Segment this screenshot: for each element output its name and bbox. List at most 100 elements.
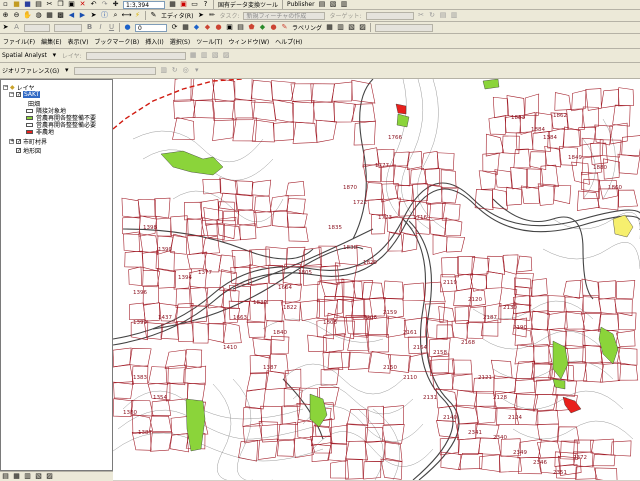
menu-file[interactable]: ファイル(F)	[3, 37, 35, 46]
new-document-icon[interactable]: ▫	[1, 0, 10, 9]
map-tool-icon-7[interactable]: ⬟	[247, 23, 256, 32]
open-folder-icon[interactable]: ■	[12, 0, 21, 9]
sa-icon-1[interactable]: ▦	[189, 51, 198, 60]
sa-icon-2[interactable]: ▥	[200, 51, 209, 60]
layer-checkbox[interactable]: ✓	[16, 139, 21, 145]
measure-icon[interactable]: ⟷	[121, 11, 131, 20]
target-combo[interactable]	[365, 11, 414, 20]
publisher-icon-3[interactable]: ▥	[340, 0, 349, 9]
save-icon[interactable]: ■	[23, 0, 32, 9]
font-combo[interactable]	[24, 23, 50, 32]
dropdown-arrow-icon[interactable]: ▾	[50, 51, 59, 60]
label-icon-1[interactable]: ▦	[325, 23, 334, 32]
georeferencing-menu[interactable]: ジオリファレンス(G)	[2, 66, 59, 75]
identify-icon[interactable]: ⓘ	[100, 11, 109, 20]
pencil-icon[interactable]: ✏	[207, 11, 216, 20]
find-icon[interactable]: ⌕	[111, 11, 120, 20]
undo-icon[interactable]: ↶	[89, 0, 98, 9]
sa-icon-4[interactable]: ▨	[222, 51, 231, 60]
select-icon[interactable]: ➤	[89, 11, 98, 20]
labeling-menu[interactable]: ラベリング	[292, 23, 322, 32]
add-data-icon[interactable]: ✚	[111, 0, 120, 9]
map-tool-icon-1[interactable]: ▦	[181, 23, 190, 32]
publisher-icon-2[interactable]: ▧	[329, 0, 338, 9]
hyperlink-icon[interactable]: ⚡	[133, 11, 142, 20]
fixed-zoom-in-icon[interactable]: ▦	[45, 11, 54, 20]
layer-checkbox[interactable]: ✓	[16, 148, 21, 154]
bold-icon[interactable]: B	[85, 23, 94, 32]
editor-toolbar-icon[interactable]: ▦	[168, 0, 177, 9]
size-combo[interactable]	[54, 23, 82, 32]
map-tool-icon-8[interactable]: ◆	[258, 23, 267, 32]
underline-icon[interactable]: U	[107, 23, 116, 32]
menu-window[interactable]: ウィンドウ(W)	[229, 37, 270, 46]
help-pointer-icon[interactable]: ?	[201, 0, 210, 9]
print-icon[interactable]: ▤	[34, 0, 43, 9]
forward-extent-icon[interactable]: ▶	[78, 11, 87, 20]
spatial-analyst-menu[interactable]: Spatial Analyst	[2, 52, 47, 59]
italic-icon[interactable]: I	[96, 23, 105, 32]
pan-icon[interactable]: ✋	[23, 11, 32, 20]
georef-layer-combo[interactable]	[74, 66, 157, 75]
scale-combo[interactable]: 1:3,394	[123, 0, 165, 9]
sketch-icon[interactable]: ✎	[149, 11, 158, 20]
toc-layer-topomap[interactable]: ✓ 地形図	[16, 146, 41, 155]
map-tool-icon-5[interactable]: ▣	[225, 23, 234, 32]
sa-icon-3[interactable]: ▧	[211, 51, 220, 60]
toc-group[interactable]: − ✓ SAKT	[9, 91, 41, 98]
menu-selection[interactable]: 選択(S)	[170, 37, 191, 46]
copy-icon[interactable]: ❐	[56, 0, 65, 9]
expand-icon[interactable]: +	[9, 139, 14, 144]
zoom-combo[interactable]: 0	[135, 23, 167, 32]
task-combo[interactable]: 新規フィーチャの作成	[243, 11, 326, 20]
labeling-icon[interactable]: ✎	[280, 23, 289, 32]
rotate-map-icon[interactable]: ⟳	[170, 23, 179, 32]
paste-icon[interactable]: ▣	[67, 0, 76, 9]
full-extent-icon[interactable]: ◍	[34, 11, 43, 20]
cut-icon[interactable]: ✂	[45, 0, 54, 9]
attributes-icon[interactable]: ▤	[439, 11, 448, 20]
select-elements-icon[interactable]: ➤	[1, 23, 10, 32]
text-tool-icon[interactable]: A	[12, 23, 21, 32]
menu-help[interactable]: ヘルプ(H)	[275, 37, 302, 46]
split-tool-icon[interactable]: ✂	[417, 11, 426, 20]
menu-insert[interactable]: 挿入(I)	[145, 37, 163, 46]
editor-menu[interactable]: エディタ(R)	[161, 11, 193, 20]
fixed-zoom-out-icon[interactable]: ▩	[56, 11, 65, 20]
layer-checkbox[interactable]: ✓	[16, 92, 21, 98]
map-tool-icon-4[interactable]: ●	[214, 23, 223, 32]
back-extent-icon[interactable]: ◀	[67, 11, 76, 20]
collapse-icon[interactable]: −	[3, 85, 8, 90]
collapse-icon[interactable]: −	[9, 92, 14, 97]
menu-edit[interactable]: 編集(E)	[41, 37, 61, 46]
georef-icon-2[interactable]: ↻	[170, 66, 179, 75]
rotate-tool-icon[interactable]: ↻	[428, 11, 437, 20]
dropdown-arrow-icon[interactable]: ▾	[62, 66, 71, 75]
edit-tool-icon[interactable]: ➤	[196, 11, 205, 20]
menu-tools[interactable]: ツール(T)	[196, 37, 222, 46]
georef-icon-3[interactable]: ◎	[181, 66, 190, 75]
arctoolbox-icon[interactable]: ▣	[179, 0, 188, 9]
map-tool-icon-3[interactable]: ◆	[203, 23, 212, 32]
tools-menu[interactable]: 国有データ変換ツール	[218, 0, 278, 9]
zoom-out-icon[interactable]: ⊖	[12, 11, 21, 20]
zoom-in-icon[interactable]: ⊕	[1, 11, 10, 20]
command-line-icon[interactable]: ▭	[190, 0, 199, 9]
label-icon-2[interactable]: ▥	[336, 23, 345, 32]
label-icon-4[interactable]: ▨	[358, 23, 367, 32]
publisher-icon-1[interactable]: ▤	[318, 0, 327, 9]
sketch-properties-icon[interactable]: ▥	[450, 11, 459, 20]
delete-icon[interactable]: ✕	[78, 0, 87, 9]
redo-icon[interactable]: ↷	[100, 0, 109, 9]
map-tool-icon-6[interactable]: ▤	[236, 23, 245, 32]
globe-icon[interactable]: ●	[123, 23, 132, 32]
sa-layer-combo[interactable]	[85, 51, 186, 60]
map-canvas[interactable]: 1883 1884 1862 1777 1766 1716 1773 1835 1838 1398…	[113, 79, 640, 480]
toc-layer-municipality[interactable]: + ✓ 市町村界	[9, 137, 47, 146]
georef-icon-1[interactable]: ▥	[159, 66, 168, 75]
label-layer-combo[interactable]	[375, 23, 434, 32]
label-icon-3[interactable]: ▧	[347, 23, 356, 32]
map-tool-icon-9[interactable]: ●	[269, 23, 278, 32]
map-tool-icon-2[interactable]: ◆	[192, 23, 201, 32]
georef-icon-4[interactable]: ▾	[192, 66, 201, 75]
